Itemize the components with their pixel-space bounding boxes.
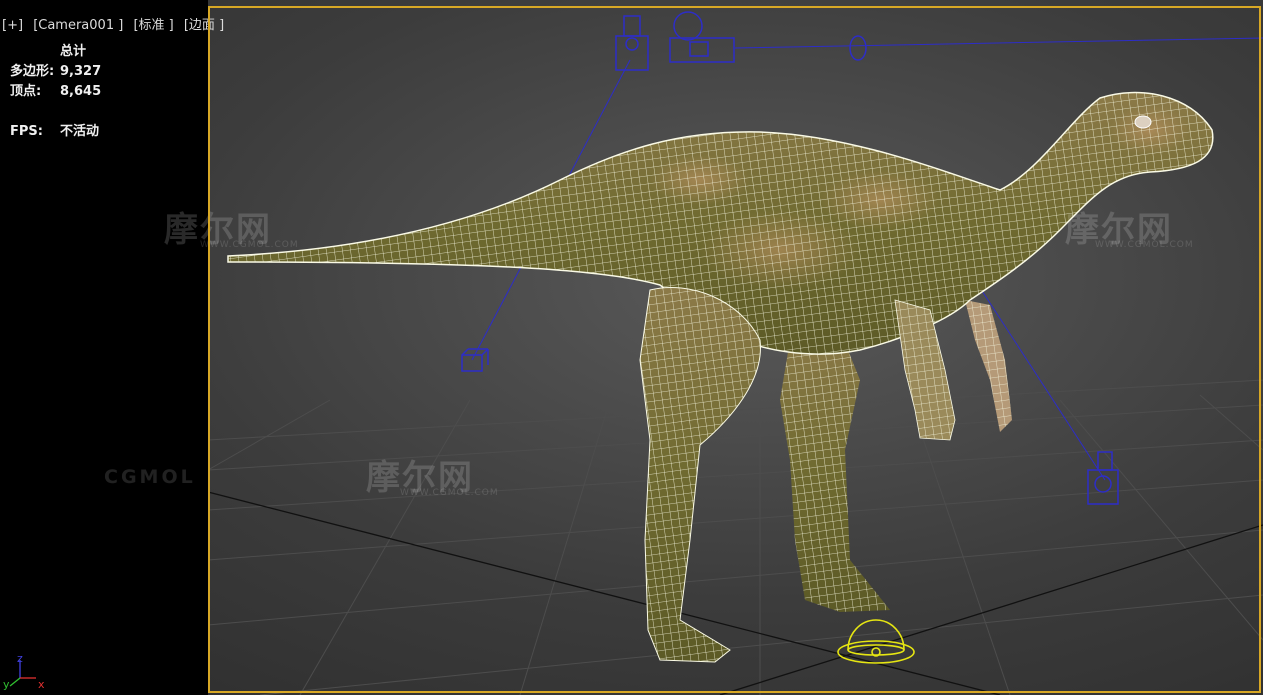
stats-header: 总计 <box>60 44 87 59</box>
camera-icon-2[interactable] <box>1087 451 1119 505</box>
dinosaur-mesh[interactable] <box>227 91 1214 663</box>
vertices-value: 8,645 <box>60 84 102 99</box>
axis-tripod-icon: z y x <box>3 652 45 691</box>
viewport-camera001[interactable]: 摩尔网 WWW.CGMOL.COM 摩尔网 WWW.CGMOL.COM 摩尔网 … <box>0 0 1263 695</box>
polygons-value: 9,327 <box>60 64 102 79</box>
fps-value: 不活动 <box>60 124 100 139</box>
axis-y-label: y <box>3 678 10 691</box>
scene-statistics: 总计 多边形: 9,327 顶点: 8,645 FPS: 不活动 <box>10 42 101 142</box>
camera-target-icon[interactable] <box>461 348 489 372</box>
vertices-label: 顶点: <box>10 84 42 99</box>
fps-label: FPS: <box>10 124 43 139</box>
viewport-shading-menu[interactable]: [标准 ] <box>133 18 173 33</box>
ground-grid <box>207 379 1263 695</box>
axis-z-label: z <box>17 652 23 665</box>
ground-axis-lines <box>207 491 1263 695</box>
viewport-label-menu: [+] [Camera001 ] [标准 ] [边面 ] <box>2 14 230 33</box>
camera-icon[interactable] <box>615 11 867 71</box>
viewport-plus-menu[interactable]: [+] <box>2 18 23 33</box>
viewport-camera-menu[interactable]: [Camera001 ] <box>33 18 123 33</box>
polygons-label: 多边形: <box>10 64 55 79</box>
viewport-display-menu[interactable]: [边面 ] <box>184 18 224 33</box>
axis-x-label: x <box>38 678 45 691</box>
